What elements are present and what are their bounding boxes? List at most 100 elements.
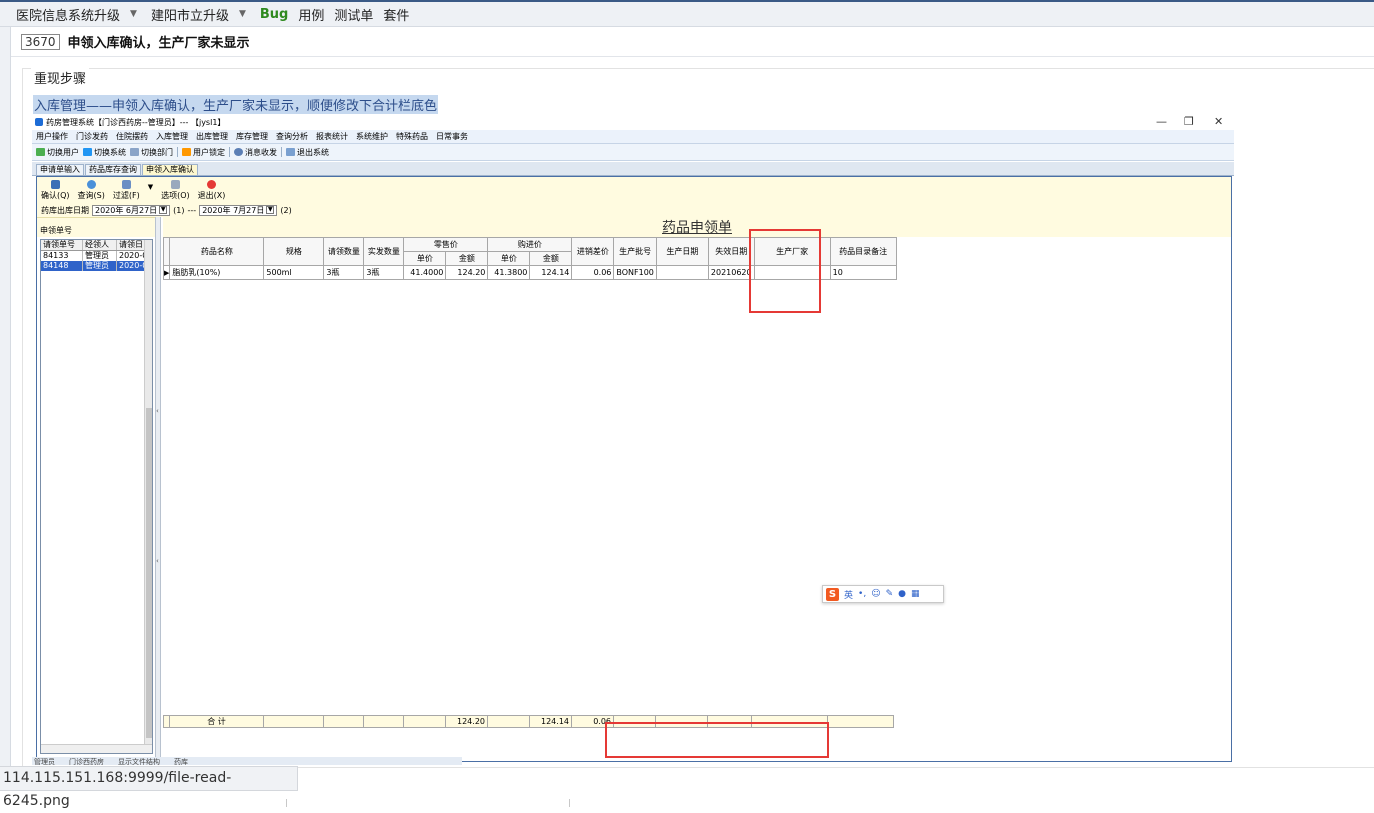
cell-mfg-date[interactable] — [655, 265, 709, 280]
menu-item[interactable]: 门诊发药 — [76, 131, 108, 142]
col-header-person[interactable]: 经领人 — [83, 240, 117, 250]
lock-icon — [182, 147, 191, 156]
col-header-id[interactable]: 请领单号 — [41, 240, 83, 250]
totals-purchase-amount: 124.14 — [529, 715, 572, 728]
cell-retail-amount[interactable]: 124.20 — [445, 265, 489, 280]
left-list-header: 申领单号 — [37, 217, 157, 237]
ime-lang[interactable]: 英 — [844, 588, 853, 601]
ime-toolbar[interactable]: S 英 •, ☺ ✎ ● ▦ — [822, 585, 944, 603]
totals-retail-amount: 124.20 — [445, 715, 488, 728]
cell-actual-qty[interactable]: 3瓶 — [363, 265, 405, 280]
list-item[interactable]: 84133 管理员 2020-0 — [41, 251, 152, 261]
cell-drug-name[interactable]: 脂肪乳(10%) — [169, 265, 265, 280]
tab-stock-query[interactable]: 药品库存查询 — [85, 164, 141, 175]
col-actual-qty[interactable]: 实发数量 — [363, 237, 405, 266]
divider — [569, 799, 570, 807]
grid-icon[interactable]: ▦ — [911, 589, 920, 599]
list-item-selected[interactable]: 84148 管理员 2020-0 — [41, 261, 152, 271]
col-req-qty[interactable]: 请领数量 — [323, 237, 365, 266]
query-button[interactable]: 查询(S) — [78, 180, 105, 201]
close-icon[interactable]: ✕ — [1214, 115, 1223, 128]
cell-note[interactable]: 10 — [829, 265, 897, 280]
nav-testsheet[interactable]: 测试单 — [334, 5, 373, 24]
menu-item[interactable]: 特殊药品 — [396, 131, 428, 142]
chevron-down-icon[interactable]: ▼ — [148, 183, 153, 191]
emoji-icon[interactable]: ☺ — [871, 589, 880, 599]
col-purchase-group[interactable]: 购进价 — [487, 237, 573, 252]
messages-button[interactable]: 消息收发 — [234, 147, 277, 158]
document-header: 药品申领单 — [163, 217, 1231, 237]
menu-item[interactable]: 用户操作 — [36, 131, 68, 142]
chevron-left-icon[interactable]: ‹ — [156, 557, 159, 565]
minimize-icon[interactable]: — — [1156, 115, 1167, 128]
col-header-date[interactable]: 请领日 — [117, 240, 145, 250]
cell-req-qty[interactable]: 3瓶 — [323, 265, 365, 280]
list-vertical-scrollbar[interactable] — [144, 240, 152, 753]
nav-project[interactable]: 建阳市立升级 — [151, 5, 229, 24]
switch-user-button[interactable]: 切换用户 — [36, 147, 79, 158]
exit-system-button[interactable]: 退出系统 — [286, 147, 329, 158]
switch-dept-button[interactable]: 切换部门 — [130, 147, 173, 158]
chevron-left-icon[interactable]: ‹ — [156, 407, 159, 415]
menu-item[interactable]: 住院摆药 — [116, 131, 148, 142]
cell-batch[interactable]: BONF100 — [613, 265, 657, 280]
menu-item[interactable]: 库存管理 — [236, 131, 268, 142]
tab-request-input[interactable]: 申请单输入 — [36, 164, 84, 175]
menu-item[interactable]: 日常事务 — [436, 131, 468, 142]
col-retail-price[interactable]: 单价 — [403, 251, 447, 266]
menu-item[interactable]: 报表统计 — [316, 131, 348, 142]
col-retail-amount[interactable]: 金额 — [445, 251, 489, 266]
cell-exp-date[interactable]: 20210620 — [707, 265, 755, 280]
col-diff[interactable]: 进销差价 — [571, 237, 615, 266]
date-from-hotkey: (1) — [173, 205, 185, 215]
chevron-down-icon[interactable]: ▼ — [159, 206, 168, 214]
restore-icon[interactable]: ❐ — [1184, 115, 1194, 128]
col-exp-date[interactable]: 失效日期 — [707, 237, 755, 266]
cell-purchase-amount[interactable]: 124.14 — [529, 265, 573, 280]
date-from-picker[interactable]: 2020年 6月27日 ▼ — [92, 204, 171, 216]
panel-splitter[interactable]: ‹ ‹ — [155, 217, 161, 763]
confirm-button[interactable]: 确认(Q) — [41, 180, 70, 201]
date-to-picker[interactable]: 2020年 7月27日 ▼ — [199, 204, 278, 216]
col-purchase-amount[interactable]: 金额 — [529, 251, 573, 266]
switch-system-button[interactable]: 切换系统 — [83, 147, 126, 158]
user-icon — [36, 147, 45, 156]
nav-case[interactable]: 用例 — [298, 5, 324, 24]
col-batch[interactable]: 生产批号 — [613, 237, 657, 266]
list-horizontal-scrollbar[interactable] — [41, 744, 152, 753]
cell-diff[interactable]: 0.06 — [571, 265, 615, 280]
col-mfg-date[interactable]: 生产日期 — [655, 237, 709, 266]
menu-item[interactable]: 系统维护 — [356, 131, 388, 142]
cell-retail-price[interactable]: 41.4000 — [403, 265, 447, 280]
nav-product[interactable]: 医院信息系统升级 — [16, 5, 120, 24]
pen-icon[interactable]: ✎ — [886, 589, 894, 599]
tab-receipt-confirm[interactable]: 申领入库确认 — [142, 164, 198, 175]
punctuation-icon[interactable]: •, — [858, 589, 866, 599]
chevron-down-icon[interactable]: ▼ — [239, 9, 246, 19]
steps-heading: 重现步骤 — [31, 68, 90, 87]
cell-purchase-price[interactable]: 41.3800 — [487, 265, 531, 280]
menu-item[interactable]: 查询分析 — [276, 131, 308, 142]
lock-user-button[interactable]: 用户锁定 — [182, 147, 225, 158]
refresh-icon — [86, 180, 96, 189]
menu-item[interactable]: 出库管理 — [196, 131, 228, 142]
nav-bug[interactable]: Bug — [260, 7, 288, 22]
app-toolbar: 切换用户 切换系统 切换部门 用户锁定 消息收发 退出系统 — [32, 144, 1234, 161]
filter-button[interactable]: 过滤(F) — [113, 180, 140, 201]
col-retail-group[interactable]: 零售价 — [403, 237, 489, 252]
menu-item[interactable]: 入库管理 — [156, 131, 188, 142]
filter-icon — [121, 180, 131, 189]
col-drug-name[interactable]: 药品名称 — [169, 237, 265, 266]
scroll-thumb[interactable] — [146, 408, 152, 738]
chevron-down-icon[interactable]: ▼ — [130, 9, 137, 19]
col-purchase-price[interactable]: 单价 — [487, 251, 531, 266]
cell-spec[interactable]: 500ml — [263, 265, 325, 280]
microphone-icon[interactable]: ● — [898, 589, 906, 599]
col-spec[interactable]: 规格 — [263, 237, 325, 266]
options-button[interactable]: 选项(O) — [161, 180, 190, 201]
exit-button[interactable]: 退出(X) — [198, 180, 225, 201]
chevron-down-icon[interactable]: ▼ — [266, 206, 275, 214]
nav-suite[interactable]: 套件 — [383, 5, 409, 24]
bug-id: 3670 — [21, 33, 60, 50]
col-note[interactable]: 药品目录备注 — [829, 237, 897, 266]
